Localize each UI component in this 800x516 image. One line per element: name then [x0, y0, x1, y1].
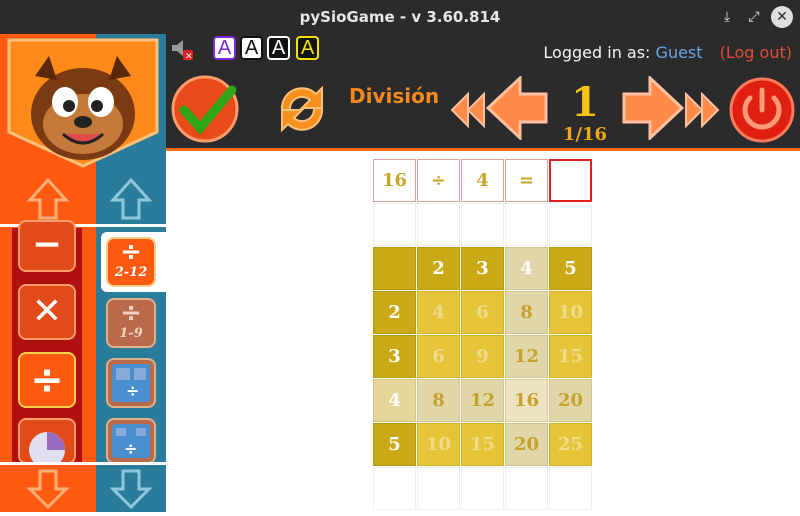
last-level-button[interactable]	[684, 91, 720, 129]
grid-row-header-selected: 4	[373, 379, 416, 422]
empty-cell	[549, 467, 592, 510]
game-scroll-down-button[interactable]	[96, 465, 166, 512]
empty-cell	[505, 203, 548, 246]
division-symbol: ÷	[120, 237, 142, 267]
empty-cell	[417, 203, 460, 246]
game-division-puzzle-button[interactable]: ÷	[106, 358, 156, 408]
close-icon[interactable]: ✕	[771, 6, 793, 28]
answer-input[interactable]	[549, 159, 592, 202]
first-level-button[interactable]	[450, 91, 486, 129]
grid-cell[interactable]: 20	[549, 379, 592, 422]
grid-cell[interactable]: 4	[417, 291, 460, 334]
refresh-icon[interactable]	[268, 76, 336, 142]
equation-divisor: 4	[461, 159, 504, 202]
empty-cell	[461, 467, 504, 510]
empty-cell	[373, 203, 416, 246]
grid-cell[interactable]: 6	[461, 291, 504, 334]
empty-cell	[505, 467, 548, 510]
previous-level-button[interactable]	[485, 74, 548, 142]
equation-equals: =	[505, 159, 548, 202]
category-subtraction-button[interactable]: −	[18, 220, 76, 272]
category-scroll-down-button[interactable]	[0, 465, 96, 512]
grid-cell[interactable]: 6	[417, 335, 460, 378]
grid-cell[interactable]: 12	[461, 379, 504, 422]
next-level-button[interactable]	[622, 74, 685, 142]
grid-cell[interactable]: 8	[505, 291, 548, 334]
empty-cell	[373, 467, 416, 510]
grid-row-header: 5	[373, 423, 416, 466]
empty-cell	[549, 203, 592, 246]
font-style-button-2[interactable]: A	[240, 36, 263, 60]
login-status: Logged in as: Guest (Log out)	[543, 43, 792, 62]
empty-cell	[417, 467, 460, 510]
grid-corner	[373, 247, 416, 290]
game-division-2-12-button[interactable]: ÷ 2-12	[106, 237, 156, 287]
equation-operator: ÷	[417, 159, 460, 202]
user-link[interactable]: Guest	[656, 43, 703, 62]
font-style-button-1[interactable]: A	[213, 36, 236, 60]
power-button[interactable]	[728, 76, 796, 144]
game-title: División	[349, 84, 440, 108]
category-fractions-button[interactable]	[18, 418, 76, 468]
grid-cell[interactable]: 8	[417, 379, 460, 422]
grid-column-header: 2	[417, 247, 460, 290]
title-bar: pySioGame - v 3.60.814 ⤓ ⤢ ✕	[0, 0, 800, 34]
grid-row-header: 2	[373, 291, 416, 334]
level-number: 1	[571, 79, 599, 126]
font-style-button-3[interactable]: A	[267, 36, 290, 60]
svg-text:÷: ÷	[124, 439, 137, 458]
mascot-logo	[5, 36, 161, 170]
logged-in-label: Logged in as:	[543, 43, 651, 62]
empty-cell	[461, 203, 504, 246]
font-style-button-4[interactable]: A	[296, 36, 319, 60]
grid-cell[interactable]: 15	[461, 423, 504, 466]
range-label: 2-12	[114, 265, 148, 280]
grid-cell[interactable]: 10	[549, 291, 592, 334]
category-division-button[interactable]: ÷	[18, 352, 76, 408]
logout-link[interactable]: (Log out)	[720, 43, 792, 62]
range-label: 1-9	[119, 326, 143, 341]
window-title: pySioGame - v 3.60.814	[299, 8, 501, 26]
speaker-muted-icon[interactable]: ✕	[170, 38, 194, 62]
grid-cell[interactable]: 25	[549, 423, 592, 466]
grid-column-header: 5	[549, 247, 592, 290]
equation-dividend: 16	[373, 159, 416, 202]
grid-cell[interactable]: 9	[461, 335, 504, 378]
svg-text:÷: ÷	[126, 381, 139, 400]
level-progress: 1/16	[562, 124, 608, 145]
grid-column-header: 3	[461, 247, 504, 290]
grid-column-header-selected: 4	[505, 247, 548, 290]
toolbar-divider	[166, 148, 800, 151]
download-icon[interactable]: ⤓	[717, 7, 737, 27]
category-scroll-up-button[interactable]	[0, 172, 96, 224]
grid-row-header: 3	[373, 335, 416, 378]
grid-cell[interactable]: 20	[505, 423, 548, 466]
grid-cell-selected[interactable]: 16	[505, 379, 548, 422]
maximize-icon[interactable]: ⤢	[744, 7, 764, 27]
grid-cell[interactable]: 10	[417, 423, 460, 466]
game-division-table-button[interactable]: ÷	[106, 418, 156, 464]
check-answer-button[interactable]	[170, 74, 240, 144]
grid-cell[interactable]: 15	[549, 335, 592, 378]
division-symbol: ÷	[120, 298, 142, 328]
svg-text:✕: ✕	[185, 52, 193, 60]
grid-cell[interactable]: 12	[505, 335, 548, 378]
game-scroll-up-button[interactable]	[96, 172, 166, 224]
category-multiplication-button[interactable]: ✕	[18, 284, 76, 340]
game-division-1-9-button[interactable]: ÷ 1-9	[106, 298, 156, 348]
